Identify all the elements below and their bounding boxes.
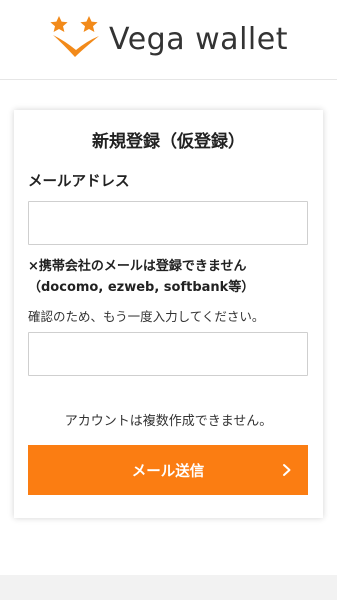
confirm-email-field[interactable] bbox=[29, 333, 307, 375]
page-title: 新規登録（仮登録） bbox=[92, 132, 245, 152]
site-header: Vega wallet bbox=[0, 0, 337, 80]
vega-logo-icon bbox=[50, 15, 100, 57]
footer-strip bbox=[0, 575, 337, 600]
send-mail-button[interactable]: メール送信 bbox=[28, 445, 308, 495]
brand-name: Vega wallet bbox=[109, 22, 288, 57]
email-label: メールアドレス bbox=[28, 174, 130, 190]
single-account-notice: アカウントは複数作成できません。 bbox=[64, 414, 273, 429]
chevron-right-icon bbox=[283, 464, 291, 476]
confirm-email-field-box bbox=[28, 332, 308, 376]
email-field-box bbox=[28, 201, 308, 245]
registration-card: 新規登録（仮登録） メールアドレス ×携帯会社のメールは登録できません （doc… bbox=[14, 110, 323, 518]
brand-logo[interactable]: Vega wallet bbox=[49, 15, 288, 60]
confirm-email-hint: 確認のため、もう一度入力してください。 bbox=[28, 309, 265, 324]
carrier-mail-warning: ×携帯会社のメールは登録できません （docomo, ezweb, softba… bbox=[28, 256, 318, 298]
send-mail-label: メール送信 bbox=[131, 463, 205, 480]
warning-line-2: （docomo, ezweb, softbank等） bbox=[28, 280, 255, 295]
warning-line-1: ×携帯会社のメールは登録できません bbox=[28, 259, 247, 274]
email-field[interactable] bbox=[29, 202, 307, 244]
